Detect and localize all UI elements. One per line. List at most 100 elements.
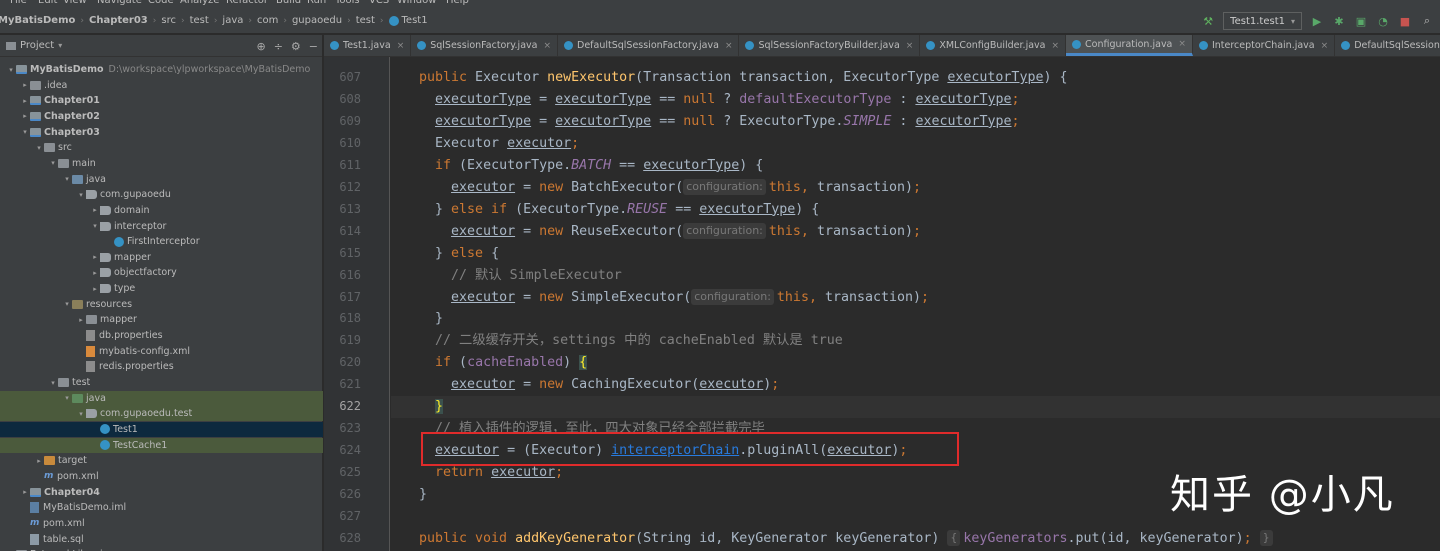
collapsed-arrow-icon[interactable]: ▸ bbox=[76, 316, 86, 324]
locate-icon[interactable]: ⊕ bbox=[256, 40, 265, 53]
tree-item[interactable]: m pom.xml bbox=[0, 516, 323, 531]
breadcrumb-item[interactable]: Test1 bbox=[387, 15, 430, 26]
tree-item[interactable]: ▾ com.gupaoedu.test bbox=[0, 406, 323, 422]
code-line[interactable]: } bbox=[419, 396, 444, 418]
close-icon[interactable]: × bbox=[397, 41, 405, 51]
expanded-arrow-icon[interactable]: ▾ bbox=[6, 66, 16, 74]
menu-item-build[interactable]: Build bbox=[276, 0, 301, 6]
menu-item-help[interactable]: Help bbox=[446, 0, 469, 6]
breadcrumb-item[interactable]: Chapter03 bbox=[87, 15, 150, 26]
collapsed-arrow-icon[interactable]: ▸ bbox=[20, 488, 30, 496]
breadcrumb-item[interactable]: test bbox=[354, 15, 377, 26]
collapsed-arrow-icon[interactable]: ▸ bbox=[90, 269, 100, 277]
editor-tab[interactable]: SqlSessionFactoryBuilder.java × bbox=[739, 35, 921, 56]
menu-item-file[interactable]: File bbox=[10, 0, 27, 6]
tree-item[interactable]: ▸ Chapter01 bbox=[0, 93, 323, 108]
breadcrumb-item[interactable]: test bbox=[188, 15, 211, 26]
editor-tab[interactable]: DefaultSqlSession.java× bbox=[1335, 35, 1440, 56]
tree-item[interactable]: ▸ Chapter02 bbox=[0, 109, 323, 124]
tree-item[interactable]: ▾ java bbox=[0, 172, 323, 187]
hammer-icon[interactable]: ⚒ bbox=[1201, 14, 1215, 28]
menu-item-analyze[interactable]: Analyze bbox=[180, 0, 219, 6]
expanded-arrow-icon[interactable]: ▾ bbox=[90, 222, 100, 230]
tree-item[interactable]: ▸ mapper bbox=[0, 312, 323, 327]
tree-item[interactable]: TestCache1 bbox=[0, 437, 323, 453]
collapsed-arrow-icon[interactable]: ▸ bbox=[90, 253, 100, 261]
tree-item[interactable]: ▸ domain bbox=[0, 203, 323, 218]
expanded-arrow-icon[interactable]: ▾ bbox=[62, 300, 72, 308]
collapsed-arrow-icon[interactable]: ▸ bbox=[90, 285, 100, 293]
code-line[interactable]: } else { bbox=[419, 243, 499, 265]
menu-item-window[interactable]: Window bbox=[397, 0, 436, 6]
menu-item-edit[interactable]: Edit bbox=[38, 0, 57, 6]
collapsed-arrow-icon[interactable]: ▸ bbox=[20, 112, 30, 120]
stop-icon[interactable]: ■ bbox=[1398, 14, 1412, 28]
tree-item[interactable]: redis.properties bbox=[0, 359, 323, 374]
tree-item[interactable]: MyBatisDemo.iml bbox=[0, 500, 323, 515]
code-line[interactable]: executor = new ReuseExecutor(configurati… bbox=[419, 221, 921, 243]
code-line[interactable]: // 默认 SimpleExecutor bbox=[419, 265, 622, 287]
code-line[interactable]: executorType = executorType == null ? de… bbox=[419, 89, 1020, 111]
project-panel-title[interactable]: Project bbox=[20, 40, 54, 51]
tree-item[interactable]: ▸ .idea bbox=[0, 78, 323, 93]
menu-item-vcs[interactable]: VCS bbox=[369, 0, 389, 6]
collapse-all-icon[interactable]: ÷ bbox=[274, 40, 283, 53]
tree-item[interactable]: db.properties bbox=[0, 328, 323, 343]
editor-tab[interactable]: DefaultSqlSessionFactory.java × bbox=[558, 35, 740, 56]
debug-icon[interactable]: ✱ bbox=[1332, 14, 1346, 28]
editor-tab[interactable]: InterceptorChain.java × bbox=[1193, 35, 1336, 56]
code-line[interactable]: } else if (ExecutorType.REUSE == executo… bbox=[419, 199, 819, 221]
expanded-arrow-icon[interactable]: ▾ bbox=[76, 191, 86, 199]
menu-item-refactor[interactable]: Refactor bbox=[226, 0, 268, 6]
tree-item[interactable]: ▾ src bbox=[0, 140, 323, 155]
expanded-arrow-icon[interactable]: ▾ bbox=[20, 128, 30, 136]
expanded-arrow-icon[interactable]: ▾ bbox=[48, 379, 58, 387]
code-line[interactable]: Executor executor; bbox=[419, 133, 579, 155]
expanded-arrow-icon[interactable]: ▾ bbox=[62, 394, 72, 402]
tree-item[interactable]: Test1 bbox=[0, 421, 323, 437]
tree-item[interactable]: ▾ main bbox=[0, 156, 323, 171]
tree-item[interactable]: ▸ Chapter04 bbox=[0, 485, 323, 500]
menu-item-view[interactable]: View bbox=[63, 0, 87, 6]
code-line[interactable]: // 二级缓存开关，settings 中的 cacheEnabled 默认是 t… bbox=[419, 330, 843, 352]
breadcrumb-item[interactable]: java bbox=[220, 15, 245, 26]
breadcrumb-item[interactable]: gupaoedu bbox=[290, 15, 344, 26]
expanded-arrow-icon[interactable]: ▾ bbox=[62, 175, 72, 183]
tree-item[interactable]: ▾ resources bbox=[0, 297, 323, 312]
collapsed-arrow-icon[interactable]: ▸ bbox=[20, 81, 30, 89]
menu-item-tools[interactable]: Tools bbox=[335, 0, 360, 6]
close-icon[interactable]: × bbox=[906, 41, 914, 51]
editor-tab[interactable]: XMLConfigBuilder.java × bbox=[920, 35, 1067, 56]
tree-item[interactable]: mybatis-config.xml bbox=[0, 344, 323, 359]
tree-item[interactable]: FirstInterceptor bbox=[0, 234, 323, 249]
close-icon[interactable]: × bbox=[543, 41, 551, 51]
hide-icon[interactable]: − bbox=[309, 40, 318, 53]
code-line[interactable]: if (cacheEnabled) { bbox=[419, 352, 588, 374]
breadcrumb-item[interactable]: MyBatisDemo bbox=[0, 15, 77, 26]
collapsed-arrow-icon[interactable]: ▸ bbox=[34, 457, 44, 465]
tree-item[interactable]: ▾ interceptor bbox=[0, 219, 323, 234]
tree-item[interactable]: m pom.xml bbox=[0, 469, 323, 484]
run-config-select[interactable]: Test1.test1 ▾ bbox=[1223, 12, 1302, 30]
collapsed-arrow-icon[interactable]: ▸ bbox=[90, 206, 100, 214]
expanded-arrow-icon[interactable]: ▾ bbox=[76, 410, 86, 418]
close-icon[interactable]: × bbox=[725, 41, 733, 51]
editor-tab[interactable]: Configuration.java × bbox=[1066, 35, 1193, 56]
code-line[interactable]: } bbox=[419, 484, 427, 506]
menu-item-run[interactable]: Run bbox=[307, 0, 326, 6]
tree-item[interactable]: ▸ mapper bbox=[0, 250, 323, 265]
editor-tab[interactable]: SqlSessionFactory.java × bbox=[411, 35, 558, 56]
chevron-down-icon[interactable]: ▾ bbox=[58, 41, 62, 50]
menu-item-navigate[interactable]: Navigate bbox=[97, 0, 142, 6]
tree-item[interactable]: ▸ type bbox=[0, 281, 323, 296]
tree-item[interactable]: ▾ MyBatisDemo D:\workspace\ylpworkspace\My… bbox=[0, 62, 323, 77]
tree-item[interactable]: ▾ com.gupaoedu bbox=[0, 187, 323, 202]
tree-item[interactable]: table.sql bbox=[0, 532, 323, 547]
close-icon[interactable]: × bbox=[1321, 41, 1329, 51]
tree-item[interactable]: ▸ objectfactory bbox=[0, 265, 323, 280]
menu-item-code[interactable]: Code bbox=[148, 0, 174, 6]
expanded-arrow-icon[interactable]: ▾ bbox=[34, 144, 44, 152]
tree-item[interactable]: ▾ java bbox=[0, 390, 323, 406]
breadcrumb-item[interactable]: com bbox=[255, 15, 280, 26]
collapsed-arrow-icon[interactable]: ▸ bbox=[20, 97, 30, 105]
